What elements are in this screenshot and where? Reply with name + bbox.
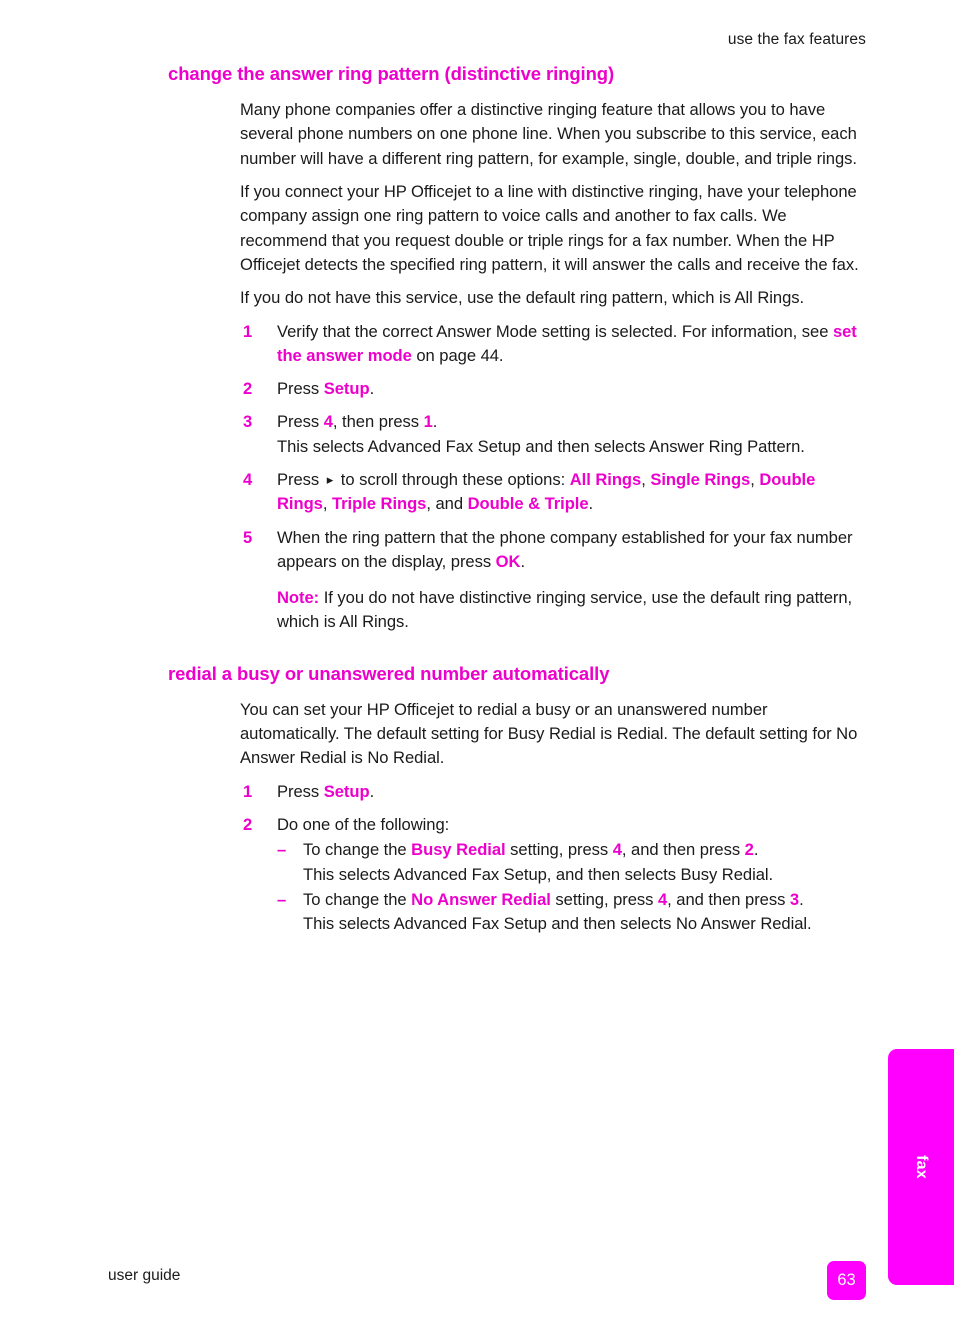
numbered-step-list: 1 Press Setup. 2 Do one of the following… <box>240 780 868 937</box>
option-triple-rings: Triple Rings <box>331 494 427 514</box>
dash-sub-list: – To change the Busy Redial setting, pre… <box>277 838 868 936</box>
section-heading-redial: redial a busy or unanswered number autom… <box>168 662 610 684</box>
paragraph: If you connect your HP Officejet to a li… <box>240 182 859 274</box>
step-number: 2 <box>243 379 253 399</box>
dash-bullet-icon: – <box>277 840 287 860</box>
step-text: . <box>520 551 526 571</box>
key-name: 3 <box>789 889 800 909</box>
step-number: 4 <box>243 469 253 489</box>
key-name: 2 <box>744 840 754 860</box>
right-arrow-icon: ▸ <box>326 471 334 487</box>
key-name: 4 <box>612 840 622 860</box>
running-header: use the fax features <box>727 31 866 48</box>
step-text: Verify that the correct Answer Mode sett… <box>277 321 833 341</box>
side-tab-label: fax <box>913 1155 930 1179</box>
paragraph: Many phone companies offer a distinctive… <box>240 100 857 168</box>
step-text: Press <box>277 412 324 432</box>
list-item: 1 Press Setup. <box>240 780 868 804</box>
step-text: to scroll through these options: <box>336 469 570 489</box>
step-text: . <box>369 781 375 801</box>
step-text: . <box>432 412 438 432</box>
setting-name-no-answer-redial: No Answer Redial <box>411 889 551 909</box>
list-item: 4 Press ▸ to scroll through these option… <box>243 469 816 514</box>
sub-step-text: , and then press <box>621 840 745 860</box>
paragraph: You can set your HP Officejet to redial … <box>240 699 858 768</box>
note-block: Note: If you do not have distinctive rin… <box>277 586 868 635</box>
list-item: – To change the No Answer Redial setting… <box>277 888 868 937</box>
step-number: 1 <box>243 781 253 801</box>
side-tab-fax[interactable]: fax <box>888 1049 954 1285</box>
key-name: 4 <box>657 889 668 909</box>
list-item: 2 Do one of the following: – To change t… <box>240 813 868 936</box>
step-number: 3 <box>243 412 253 432</box>
paragraph: If you do not have this service, use the… <box>240 288 805 308</box>
option-single-rings: Single Rings <box>650 469 751 489</box>
page-number-badge: 63 <box>827 1261 866 1300</box>
step-text: Press <box>277 379 324 399</box>
step-text: on page 44. <box>411 345 504 365</box>
setting-name-busy-redial: Busy Redial <box>411 840 506 860</box>
step-number: 5 <box>243 527 253 547</box>
sub-step-text: , and then press <box>667 889 790 909</box>
option-double-and-triple: Double & Triple <box>467 494 589 514</box>
button-name-setup: Setup <box>323 379 370 399</box>
step-text: When the ring pattern that the phone com… <box>277 527 853 571</box>
sub-step-text: setting, press <box>505 840 613 860</box>
option-all-rings: All Rings <box>569 469 642 489</box>
button-name-setup: Setup <box>323 781 370 801</box>
step-number: 2 <box>243 815 253 835</box>
section-heading-ring-pattern: change the answer ring pattern (distinct… <box>168 63 615 84</box>
list-item: 1 Verify that the correct Answer Mode se… <box>240 320 868 369</box>
section-body-ring-pattern: Many phone companies offer a distinctive… <box>240 98 868 635</box>
list-item: 3 Press 4, then press 1. This selects Ad… <box>240 410 868 459</box>
key-name: 1 <box>423 412 433 432</box>
sub-step-text: To change the <box>303 889 412 909</box>
list-item: 5 When the ring pattern that the phone c… <box>240 526 868 575</box>
document-page: use the fax features change the answer r… <box>0 0 954 1321</box>
list-item: 2 Press Setup. <box>240 377 868 401</box>
dash-bullet-icon: – <box>277 889 287 909</box>
sub-step-continuation: This selects Advanced Fax Setup and then… <box>303 914 812 934</box>
note-label: Note: <box>277 588 320 608</box>
footer-guide-label: user guide <box>108 1267 181 1284</box>
step-text: Press <box>277 781 324 801</box>
button-name-ok: OK <box>495 551 521 571</box>
sub-step-text: . <box>753 840 759 860</box>
section-body-redial: You can set your HP Officejet to redial … <box>240 698 868 937</box>
numbered-step-list: 1 Verify that the correct Answer Mode se… <box>240 320 868 575</box>
sub-step-text: To change the <box>303 840 412 860</box>
sub-step-continuation: This selects Advanced Fax Setup, and the… <box>303 864 774 884</box>
note-text: If you do not have distinctive ringing s… <box>277 588 853 632</box>
step-continuation: This selects Advanced Fax Setup and then… <box>277 436 805 456</box>
list-item: – To change the Busy Redial setting, pre… <box>277 838 868 887</box>
sub-step-text: setting, press <box>550 889 658 909</box>
page-content: change the answer ring pattern (distinct… <box>168 62 868 946</box>
step-text: . <box>369 379 375 399</box>
step-text: . <box>588 494 594 514</box>
step-text: Press <box>277 469 324 489</box>
step-text: Do one of the following: <box>277 815 450 835</box>
step-number: 1 <box>243 321 253 341</box>
step-text: , then press <box>332 412 424 432</box>
sub-step-text: . <box>799 889 804 909</box>
key-name: 4 <box>323 412 333 432</box>
